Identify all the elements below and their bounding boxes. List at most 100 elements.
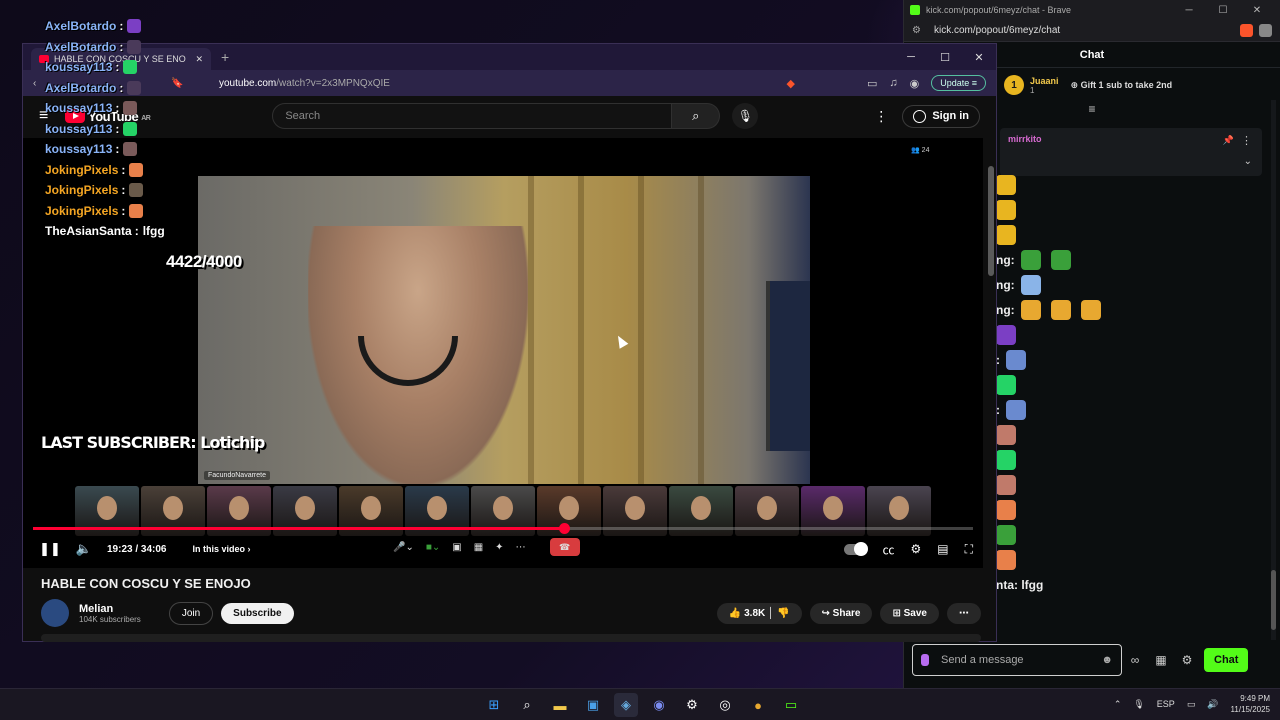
url-path[interactable]: /watch?v=2x3MPNQxQIE (276, 78, 390, 89)
chromium-icon[interactable]: ◎ (713, 693, 737, 717)
kick-url[interactable]: kick.com/popout/6meyz/chat (934, 25, 1234, 36)
steam-icon[interactable]: ⚙ (680, 693, 704, 717)
gift-cta[interactable]: ⊕ Gift 1 sub to take 2nd (1071, 80, 1173, 91)
like-button[interactable]: 👍 3.8K │ 👎 (716, 602, 802, 624)
viewer-count-value: 24 (921, 147, 930, 154)
discord-icon[interactable]: ◉ (647, 693, 671, 717)
chapter-label[interactable]: In this video › (193, 544, 251, 554)
share-button[interactable]: ↪ Share (809, 602, 873, 624)
chat-message[interactable] (996, 497, 1266, 522)
settings-gear-icon[interactable]: ⚙ (910, 542, 921, 556)
chat-message[interactable]: : (996, 347, 1266, 372)
join-button[interactable]: Join (168, 601, 214, 625)
close-button[interactable]: ✕ (1240, 5, 1274, 16)
minimize-button[interactable]: ─ (1172, 5, 1206, 16)
page-scrollbar[interactable] (988, 96, 994, 636)
overlay-chat-user: koussay113 (45, 121, 113, 136)
pinned-message[interactable]: mirrkito 📌 ⋮ ⌄ (1000, 128, 1262, 176)
miniplayer-icon[interactable]: ▤ (937, 542, 948, 556)
more-actions-icon[interactable]: ⋯ (947, 602, 981, 624)
app-icon[interactable]: ▭ (779, 693, 803, 717)
progress-bar[interactable] (33, 523, 973, 534)
maximize-button[interactable]: ☐ (1206, 5, 1240, 16)
pinned-user[interactable]: mirrkito (1008, 134, 1042, 144)
clock[interactable]: 9:49 PM 11/15/2025 (1231, 693, 1270, 715)
language-indicator[interactable]: ESP (1157, 699, 1175, 709)
emoji-icon[interactable]: ☻ (1101, 654, 1113, 666)
brave-rewards-icon[interactable] (1259, 24, 1272, 37)
kick-points-icon[interactable]: ∞ (1122, 653, 1148, 667)
pin-icon[interactable]: 📌 (1223, 135, 1234, 146)
maximize-button[interactable]: ☐ (928, 51, 962, 64)
chat-message[interactable] (996, 172, 1266, 197)
taskbar: ⊞ ⌕ ▬ ▣ ◈ ◉ ⚙ ◎ ● ▭ ⌃ 🎙 ESP ▭ 🔊 9:49 PM … (0, 688, 1280, 720)
chat-message[interactable]: ng: (996, 297, 1266, 322)
volume-icon[interactable]: 🔊 (1207, 699, 1218, 710)
tray-mic-icon[interactable]: 🎙 (1133, 699, 1144, 710)
video-frame[interactable]: FacundoNavarrete (198, 176, 810, 484)
settings-icon[interactable]: ⚙ (1174, 653, 1200, 667)
chat-message[interactable] (996, 472, 1266, 497)
chat-input[interactable]: Send a message ☻ (912, 644, 1122, 676)
windows-start-icon[interactable]: ⊞ (482, 693, 506, 717)
subscribe-button[interactable]: Subscribe (221, 602, 294, 624)
send-chat-button[interactable]: Chat (1204, 648, 1249, 672)
sign-in-button[interactable]: Sign in (902, 104, 980, 128)
chat-message[interactable]: : (996, 397, 1266, 422)
chat-message[interactable] (996, 322, 1266, 347)
fullscreen-icon[interactable]: ⛶ (965, 542, 973, 557)
minimize-button[interactable]: ─ (894, 51, 928, 64)
cast-icon[interactable]: ▭ (867, 77, 877, 90)
chat-message[interactable]: ng: (996, 247, 1266, 272)
more-options-icon[interactable]: ⋮ (1241, 134, 1252, 147)
close-button[interactable]: ✕ (962, 51, 996, 64)
chat-message[interactable]: nta: lfgg (996, 572, 1266, 597)
chat-message[interactable] (996, 422, 1266, 447)
kick-address-bar[interactable]: ⚙ kick.com/popout/6meyz/chat (904, 20, 1280, 42)
media-icon[interactable]: ♫ (889, 77, 897, 89)
site-settings-icon[interactable]: ⚙ (912, 25, 926, 36)
save-button[interactable]: ⊞ Save (880, 602, 939, 624)
captions-icon[interactable]: ㏄ (882, 541, 894, 558)
chat-message[interactable] (996, 447, 1266, 472)
file-explorer-icon[interactable]: ▬ (548, 693, 572, 717)
brave-shields-icon[interactable]: ◆ (786, 77, 794, 90)
chat-header-title: Chat (1079, 48, 1105, 61)
chat-message[interactable]: ng: (996, 272, 1266, 297)
gift-cta-text: Gift 1 sub to take 2nd (1080, 79, 1173, 90)
channel-name[interactable]: Melian (79, 603, 141, 615)
overlay-chat-user: AxelBotardo (45, 80, 117, 95)
brave-shields-icon[interactable] (1240, 24, 1253, 37)
chevron-down-icon[interactable]: ⌄ (1244, 156, 1252, 167)
tray-chevron-icon[interactable]: ⌃ (1114, 699, 1122, 710)
page-scroll-thumb[interactable] (988, 166, 994, 276)
chat-message[interactable] (996, 522, 1266, 547)
voice-search-button[interactable]: 🎙 (732, 103, 759, 129)
brave-taskbar-icon[interactable]: ◈ (614, 693, 638, 717)
search-icon[interactable]: ⌕ (515, 693, 539, 717)
store-icon[interactable]: ▦ (1148, 653, 1174, 667)
store-icon[interactable]: ▣ (581, 693, 605, 717)
overlay-chat-line: koussay113: (45, 98, 245, 119)
chat-message[interactable] (996, 222, 1266, 247)
chat-message[interactable] (996, 372, 1266, 397)
chrome-icon[interactable]: ● (746, 693, 770, 717)
volume-icon[interactable]: 🔈 (67, 541, 101, 557)
settings-kebab-icon[interactable]: ⋮ (874, 108, 888, 125)
description-box[interactable] (41, 634, 981, 642)
chat-message[interactable] (996, 197, 1266, 222)
search-input[interactable]: Search (272, 103, 673, 129)
search-button[interactable]: ⌕ (672, 103, 721, 129)
last-subscriber: LAST SUBSCRIBER: Lotichip (41, 433, 265, 452)
chat-message[interactable] (996, 547, 1266, 572)
channel-avatar[interactable] (41, 599, 69, 627)
mic-icon[interactable] (921, 654, 929, 666)
network-icon[interactable]: ▭ (1187, 699, 1196, 710)
pause-icon[interactable]: ❚❚ (33, 541, 67, 557)
chat-input-placeholder: Send a message (941, 654, 1024, 666)
extensions-icon[interactable]: ◉ (910, 77, 920, 90)
autoplay-toggle[interactable] (844, 541, 869, 556)
update-button[interactable]: Update ≡ (931, 75, 986, 91)
chat-scrollbar[interactable] (1271, 100, 1276, 640)
chat-scroll-thumb[interactable] (1271, 570, 1276, 630)
